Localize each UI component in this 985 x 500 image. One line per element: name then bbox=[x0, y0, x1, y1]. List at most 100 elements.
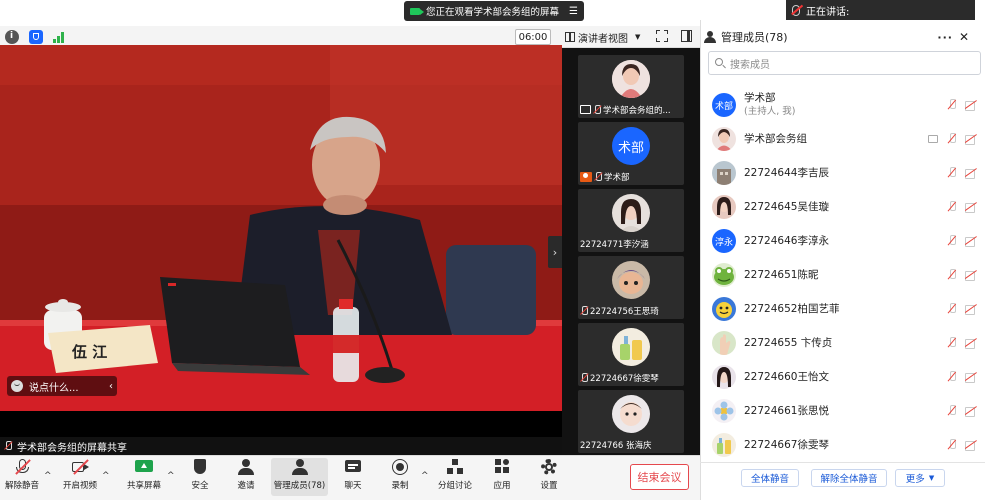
more-options-icon[interactable]: ··· bbox=[937, 31, 953, 44]
end-meeting-button[interactable]: 结束会议 bbox=[630, 464, 689, 490]
menu-icon[interactable]: ☰ bbox=[569, 6, 578, 17]
record-button[interactable]: 录制 bbox=[384, 459, 416, 497]
member-name: 22724655 卞传贞 bbox=[744, 336, 833, 349]
avatar bbox=[612, 328, 650, 366]
signal-icon[interactable] bbox=[53, 31, 67, 43]
member-row[interactable]: 22724660王怡文 bbox=[700, 360, 985, 394]
chevron-up-icon[interactable]: ^ bbox=[102, 471, 110, 481]
shield-icon[interactable] bbox=[29, 30, 43, 44]
settings-button[interactable]: 设置 bbox=[533, 459, 565, 497]
mic-muted-icon[interactable] bbox=[947, 269, 957, 281]
chat-input-bar[interactable]: 说点什么... ‹ bbox=[7, 376, 117, 396]
apps-button[interactable]: 应用 bbox=[486, 459, 518, 497]
participant-thumbnail[interactable]: 22724771李汐涵 bbox=[578, 189, 684, 252]
member-row[interactable]: 22724652柏国艺菲 bbox=[700, 292, 985, 326]
close-icon[interactable]: ✕ bbox=[959, 30, 969, 44]
participant-thumbnail[interactable]: 22724756王思琦 bbox=[578, 256, 684, 319]
speaker-view-icon bbox=[565, 32, 575, 42]
member-row[interactable]: 22724651陈昵 bbox=[700, 258, 985, 292]
video-off-icon[interactable] bbox=[965, 101, 977, 111]
emoji-icon[interactable] bbox=[11, 380, 23, 392]
more-button[interactable]: 更多 ▼ bbox=[895, 469, 945, 487]
avatar bbox=[712, 433, 736, 457]
avatar bbox=[712, 399, 736, 423]
video-off-icon[interactable] bbox=[965, 407, 977, 417]
participant-thumbnail[interactable]: 22724766 张海庆 bbox=[578, 390, 684, 453]
mic-muted-icon[interactable] bbox=[947, 201, 957, 213]
mic-muted-icon bbox=[594, 171, 602, 182]
member-search-input[interactable]: 搜索成员 bbox=[708, 51, 981, 75]
member-row[interactable]: 22724667徐雯琴 bbox=[700, 428, 985, 462]
member-row[interactable]: 22724645吴佳璇 bbox=[700, 190, 985, 224]
mic-muted-icon[interactable] bbox=[947, 337, 957, 349]
fullscreen-icon[interactable] bbox=[656, 30, 668, 42]
screen-share-label: 学术部会务组的屏幕共享 bbox=[0, 437, 562, 455]
video-off-icon[interactable] bbox=[965, 339, 977, 349]
thumbnail-caption: 22724766 张海庆 bbox=[580, 438, 682, 451]
chevron-up-icon[interactable]: ^ bbox=[421, 471, 429, 481]
thumbnail-name: 22724756王思琦 bbox=[590, 306, 659, 317]
chevron-up-icon[interactable]: ^ bbox=[167, 471, 175, 481]
security-button[interactable]: 安全 bbox=[184, 459, 216, 497]
participant-thumbnail[interactable]: 22724667徐雯琴 bbox=[578, 323, 684, 386]
mic-muted-icon[interactable] bbox=[947, 303, 957, 315]
chevron-up-icon[interactable]: ^ bbox=[44, 471, 52, 481]
thumbnail-name: 22724667徐雯琴 bbox=[590, 373, 659, 384]
video-off-icon[interactable] bbox=[965, 169, 977, 179]
share-screen-icon bbox=[135, 459, 153, 475]
invite-icon bbox=[237, 459, 255, 475]
thumbnail-caption: 学术部会务组的... bbox=[580, 103, 682, 116]
chevron-down-icon: ▼ bbox=[635, 33, 641, 41]
mic-muted-icon[interactable] bbox=[947, 405, 957, 417]
mic-muted-icon bbox=[593, 104, 601, 115]
settings-label: 设置 bbox=[540, 481, 558, 491]
video-off-icon[interactable] bbox=[965, 305, 977, 315]
video-off-icon[interactable] bbox=[965, 441, 977, 451]
video-off-icon[interactable] bbox=[965, 135, 977, 145]
speaker-view-label: 演讲者视图 bbox=[578, 33, 628, 45]
mic-muted-icon bbox=[13, 459, 31, 475]
screen-share-banner[interactable]: 您正在观看学术部会务组的屏幕 ☰ bbox=[404, 1, 584, 21]
sidebar-toggle-icon[interactable] bbox=[681, 30, 692, 42]
member-row[interactable]: 术部 学术部 (主持人, 我) bbox=[700, 88, 985, 122]
breakout-button[interactable]: 分组讨论 bbox=[435, 459, 475, 497]
start-video-button[interactable]: 开启视频 bbox=[59, 459, 101, 497]
member-name: 22724646李淳永 bbox=[744, 234, 829, 247]
share-screen-icon bbox=[928, 135, 938, 143]
member-row[interactable]: 淳永 22724646李淳永 bbox=[700, 224, 985, 258]
video-off-icon[interactable] bbox=[965, 373, 977, 383]
share-screen-button[interactable]: 共享屏幕 bbox=[124, 459, 164, 497]
member-name: 22724661张思悦 bbox=[744, 404, 829, 417]
info-icon[interactable]: i bbox=[5, 30, 19, 44]
mic-muted-icon[interactable] bbox=[947, 439, 957, 451]
video-off-icon[interactable] bbox=[965, 271, 977, 281]
mic-muted-icon[interactable] bbox=[947, 133, 957, 145]
chevron-left-icon[interactable]: ‹ bbox=[109, 381, 113, 392]
manage-members-button[interactable]: 管理成员(78) bbox=[271, 459, 328, 497]
share-status-icon bbox=[410, 7, 424, 15]
mic-muted-icon[interactable] bbox=[947, 371, 957, 383]
member-row[interactable]: 22724655 卞传贞 bbox=[700, 326, 985, 360]
avatar bbox=[612, 194, 650, 232]
collapse-strip-button[interactable]: › bbox=[548, 236, 562, 268]
unmute-button[interactable]: 解除静音 bbox=[2, 459, 42, 497]
member-row[interactable]: 学术部会务组 bbox=[700, 122, 985, 156]
unmute-all-button[interactable]: 解除全体静音 bbox=[811, 469, 887, 487]
members-icon bbox=[291, 459, 309, 475]
chat-button[interactable]: 聊天 bbox=[337, 459, 369, 497]
invite-button[interactable]: 邀请 bbox=[230, 459, 262, 497]
mic-muted-icon[interactable] bbox=[947, 99, 957, 111]
video-off-icon[interactable] bbox=[965, 203, 977, 213]
member-row[interactable]: 22724661张思悦 bbox=[700, 394, 985, 428]
mic-muted-icon[interactable] bbox=[947, 235, 957, 247]
speaker-view-button[interactable]: 演讲者视图 ▼ bbox=[565, 29, 645, 45]
breakout-icon bbox=[446, 459, 464, 475]
start-video-label: 开启视频 bbox=[62, 481, 97, 491]
participant-thumbnail[interactable]: 术部 学术部 bbox=[578, 122, 684, 185]
mic-muted-icon[interactable] bbox=[947, 167, 957, 179]
member-row[interactable]: 22724644李吉辰 bbox=[700, 156, 985, 190]
mute-all-button[interactable]: 全体静音 bbox=[741, 469, 799, 487]
thumbnail-caption: 22724771李汐涵 bbox=[580, 237, 682, 250]
video-off-icon[interactable] bbox=[965, 237, 977, 247]
participant-thumbnail[interactable]: 学术部会务组的... bbox=[578, 55, 684, 118]
